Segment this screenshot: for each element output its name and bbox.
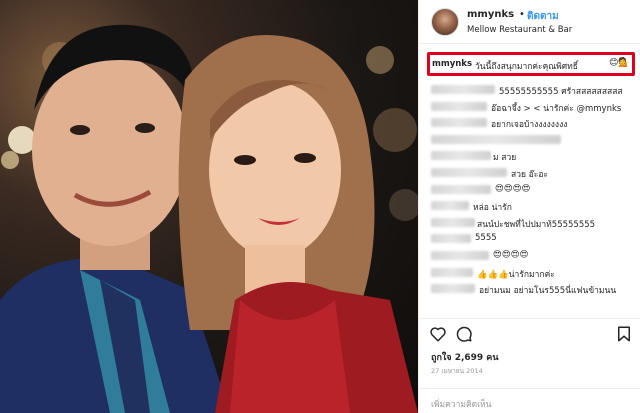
caption-username[interactable]: mmynks [432,59,472,69]
blurred-username [431,284,475,294]
blurred-username [431,217,475,227]
comment-text: 55555555555 ศรัาสสสสสสสสส [499,87,623,97]
comment-text: 👍👍👍น่ารักมากค่ะ [477,269,555,280]
comment-item: 👍👍👍น่ารักมากค่ะ [431,265,637,282]
avatar[interactable] [431,8,459,36]
heart-icon[interactable] [429,325,447,343]
comment-text: 😍😍😍😍 [495,183,531,194]
comment-item: 5555 [431,231,637,248]
like-count[interactable]: ถูกใจ 2,699 คน [431,350,498,364]
blurred-username [431,118,487,128]
comment-item: 55555555555 ศรัาสสสสสสสสส [431,82,637,99]
add-comment-input[interactable]: เพิ่มความคิดเห็น [431,397,491,411]
blurred-username [431,184,491,194]
comment-item: 😍😍😍😍 [431,248,637,265]
location-link[interactable]: Mellow Restaurant & Bar [467,25,572,35]
comment-text: อ๊อฉาจึ้ง > < น่ารักค่ะ @mmynks [491,103,622,114]
comment-icon[interactable] [455,325,473,343]
blurred-username [431,134,561,144]
comment-text: หล่อ น่ารัก [473,203,512,214]
comment-item: สวย อ๊ะอะ [431,165,637,182]
comment-item: อยากเจอบ้างงงงงงงง [431,115,637,132]
comment-text: 😍😍😍😍 [493,249,529,260]
comment-item: หล่อ น่ารัก [431,198,637,215]
bookmark-icon[interactable] [615,325,633,343]
photo-illustration [0,24,418,413]
post-header: mmynks • ติดตาม Mellow Restaurant & Bar [419,0,640,44]
blurred-username [431,167,507,177]
blurred-username [431,267,473,277]
post-sidebar: mmynks • ติดตาม Mellow Restaurant & Bar … [418,0,640,413]
post-photo[interactable] [0,0,418,413]
comment-list: 55555555555 ศรัาสสสสสสสสส อ๊อฉาจึ้ง > < … [431,82,637,298]
comment-item: 😍😍😍😍 [431,182,637,199]
divider [419,318,640,319]
comment-text: ม สวย [493,153,517,164]
username-link[interactable]: mmynks [467,9,514,20]
comment-item: อย่ามนม อย่ามโนร555นี่แฟนข้ามนน [431,281,637,298]
caption-emoji: 😊💁 [609,58,630,68]
separator-dot: • [519,9,525,20]
blurred-username [431,101,487,111]
comment-item: สนน์ปะชพที่ไปปมาท้55555555 [431,215,637,232]
follow-button[interactable]: ติดตาม [527,9,559,24]
post-date: 27 เมษายน 2014 [431,367,483,375]
comment-item: อ๊อฉาจึ้ง > < น่ารักค่ะ @mmynks [431,99,637,116]
blurred-username [431,151,491,161]
comment-item [431,132,637,149]
comment-text: อยากเจอบ้างงงงงงงง [491,120,568,131]
caption-text: วันนี้ถึงสนุกมากค่ะคุณพิศทธิ์ [475,62,578,72]
blurred-username [431,250,489,260]
divider [419,388,640,389]
blurred-username [431,201,469,211]
comment-text: 5555 [475,233,497,244]
blurred-username [431,85,495,94]
comment-text: สนน์ปะชพที่ไปปมาท้55555555 [477,219,596,230]
blurred-username [431,234,471,244]
comment-item: ม สวย [431,148,637,165]
comment-text: สวย อ๊ะอะ [511,169,548,180]
action-bar [429,325,634,345]
comment-text: อย่ามนม อย่ามโนร555นี่แฟนข้ามนน [479,286,617,297]
